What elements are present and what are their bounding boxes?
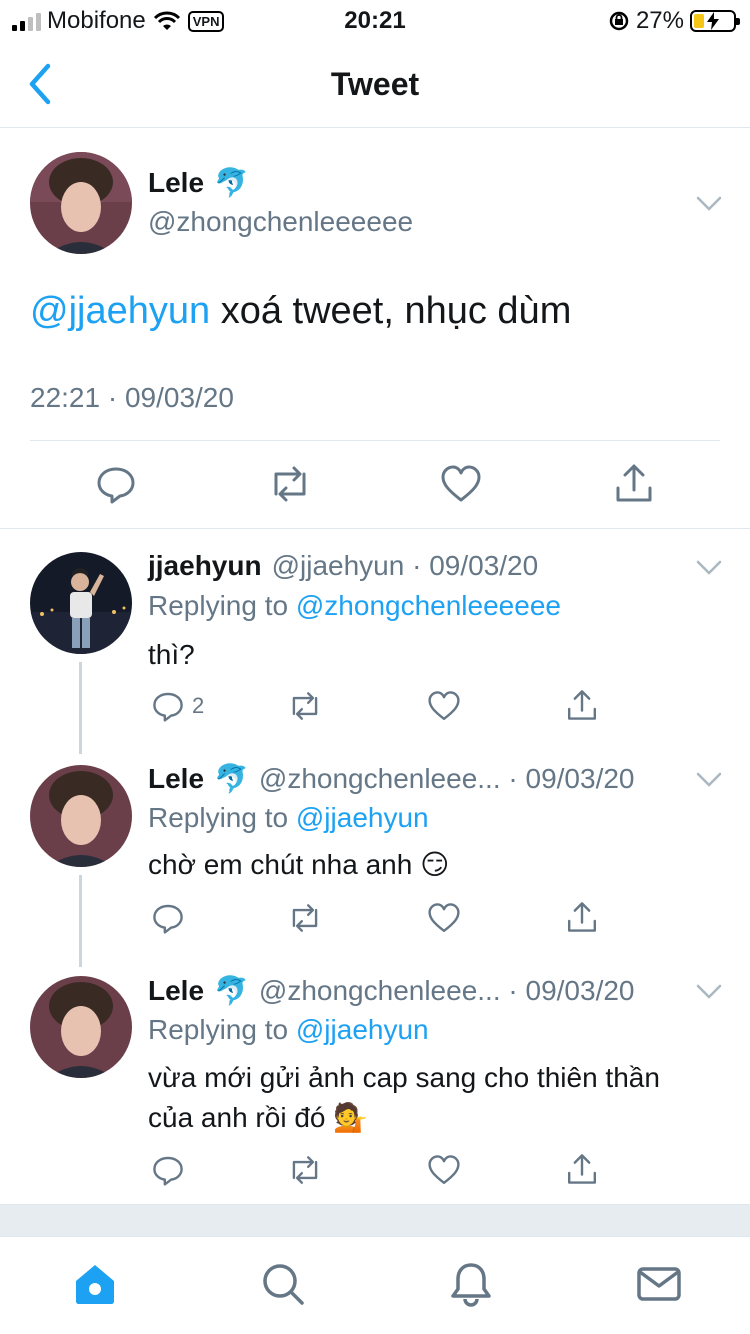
reply-meta: @zhongchenleee... · 09/03/20 [258,974,635,1006]
chevron-down-icon[interactable] [696,772,722,788]
replying-to: Replying to @jjaehyun [148,1014,429,1046]
tweet-timestamp: 22:21 · 09/03/20 [30,382,234,413]
replying-prefix: Replying to [148,802,296,833]
page-title: Tweet [330,66,420,102]
retweet-button[interactable] [286,902,324,934]
reply-author-name[interactable]: jjaehyun [148,550,262,582]
replying-to-link[interactable]: @zhongchenleeeeee [296,590,561,621]
retweet-button[interactable] [266,464,314,504]
chevron-down-icon[interactable] [696,560,722,576]
reply-text-line: vừa mới gửi ảnh cap sang cho thiên thần [148,1062,660,1093]
retweet-icon [292,1156,318,1184]
reply-button[interactable]: 2 [152,690,204,722]
reply-meta: @jjaehyun · 09/03/20 [271,550,539,581]
replying-to: Replying to @zhongchenleeeeee [148,590,561,622]
divider [0,528,750,529]
chevron-down-icon[interactable] [696,984,722,1000]
reply-author-name[interactable]: Lele [148,763,204,795]
thread-line [79,875,82,967]
reply-text: vừa mới gửi ảnh cap sang cho thiên thần … [148,1058,728,1138]
nav-bar: Tweet [0,40,750,128]
reply-icon [153,1156,183,1186]
share-icon [568,1154,596,1184]
home-icon[interactable] [72,1261,118,1307]
author-handle[interactable]: @zhongchenleeeeee [148,206,413,238]
avatar[interactable] [30,152,132,254]
battery-icon [690,10,740,32]
like-button[interactable] [427,1154,461,1186]
retweet-icon [292,904,318,932]
tab-bar [0,1236,750,1334]
avatar[interactable] [30,976,132,1078]
dolphin-emoji: 🐬 [214,167,249,198]
share-button[interactable] [566,900,598,934]
replying-to: Replying to @jjaehyun [148,802,429,834]
battery-percent: 27% [635,7,684,34]
reply-icon [153,692,183,722]
reply-text-line: của anh rồi đó 💁 [148,1102,369,1133]
retweet-button[interactable] [286,690,324,722]
mention-link[interactable]: @jjaehyun [30,290,210,332]
section-separator [0,1204,750,1236]
like-button[interactable] [427,690,461,722]
share-button[interactable] [566,688,598,722]
avatar[interactable] [30,765,132,867]
reply-text: thì? [148,639,195,670]
chevron-down-icon[interactable] [696,196,722,212]
reply-header: Lele 🐬 @zhongchenleee... · 09/03/20 [148,762,635,795]
reply-meta: @zhongchenleee... · 09/03/20 [258,762,635,794]
replying-prefix: Replying to [148,1014,296,1045]
divider [30,440,720,441]
replying-to-link[interactable]: @jjaehyun [296,1014,429,1045]
reply-button[interactable] [96,464,136,504]
reply-header: jjaehyun @jjaehyun · 09/03/20 [148,550,538,582]
reply-button[interactable] [152,902,184,934]
reply-button[interactable] [152,1154,184,1186]
share-button[interactable] [566,1152,598,1186]
replying-to-link[interactable]: @jjaehyun [296,802,429,833]
messages-icon[interactable] [636,1261,682,1307]
rotation-lock-icon [609,11,629,31]
reply-icon [153,904,183,934]
retweet-icon [274,466,306,502]
share-icon [568,690,596,720]
tweet-text: @jjaehyun xoá tweet, nhục dùm [30,290,571,333]
like-button[interactable] [427,902,461,934]
author-name[interactable]: Lele 🐬 [148,166,249,199]
reply-count: 2 [192,693,205,718]
like-icon [428,691,460,720]
search-icon[interactable] [260,1261,306,1307]
share-icon [616,464,652,502]
reply-text: chờ em chút nha anh 😏 [148,849,450,880]
retweet-button[interactable] [286,1154,324,1186]
retweet-icon [292,692,318,720]
tweet-body: xoá tweet, nhục dùm [210,290,572,332]
thread-line [79,662,82,754]
replying-prefix: Replying to [148,590,296,621]
reply-icon [97,467,135,504]
author-name-text: Lele [148,166,205,198]
reply-header: Lele 🐬 @zhongchenleee... · 09/03/20 [148,974,635,1007]
like-icon [441,465,481,502]
share-icon [568,902,596,932]
share-button[interactable] [614,462,654,504]
like-icon [428,903,460,932]
like-button[interactable] [440,464,482,504]
dolphin-emoji: 🐬 [214,763,249,794]
like-icon [428,1155,460,1184]
status-bar: Mobifone VPN 20:21 27% [0,0,750,40]
notifications-icon[interactable] [448,1261,494,1307]
avatar[interactable] [30,552,132,654]
dolphin-emoji: 🐬 [214,975,249,1006]
reply-author-name[interactable]: Lele [148,975,204,1007]
